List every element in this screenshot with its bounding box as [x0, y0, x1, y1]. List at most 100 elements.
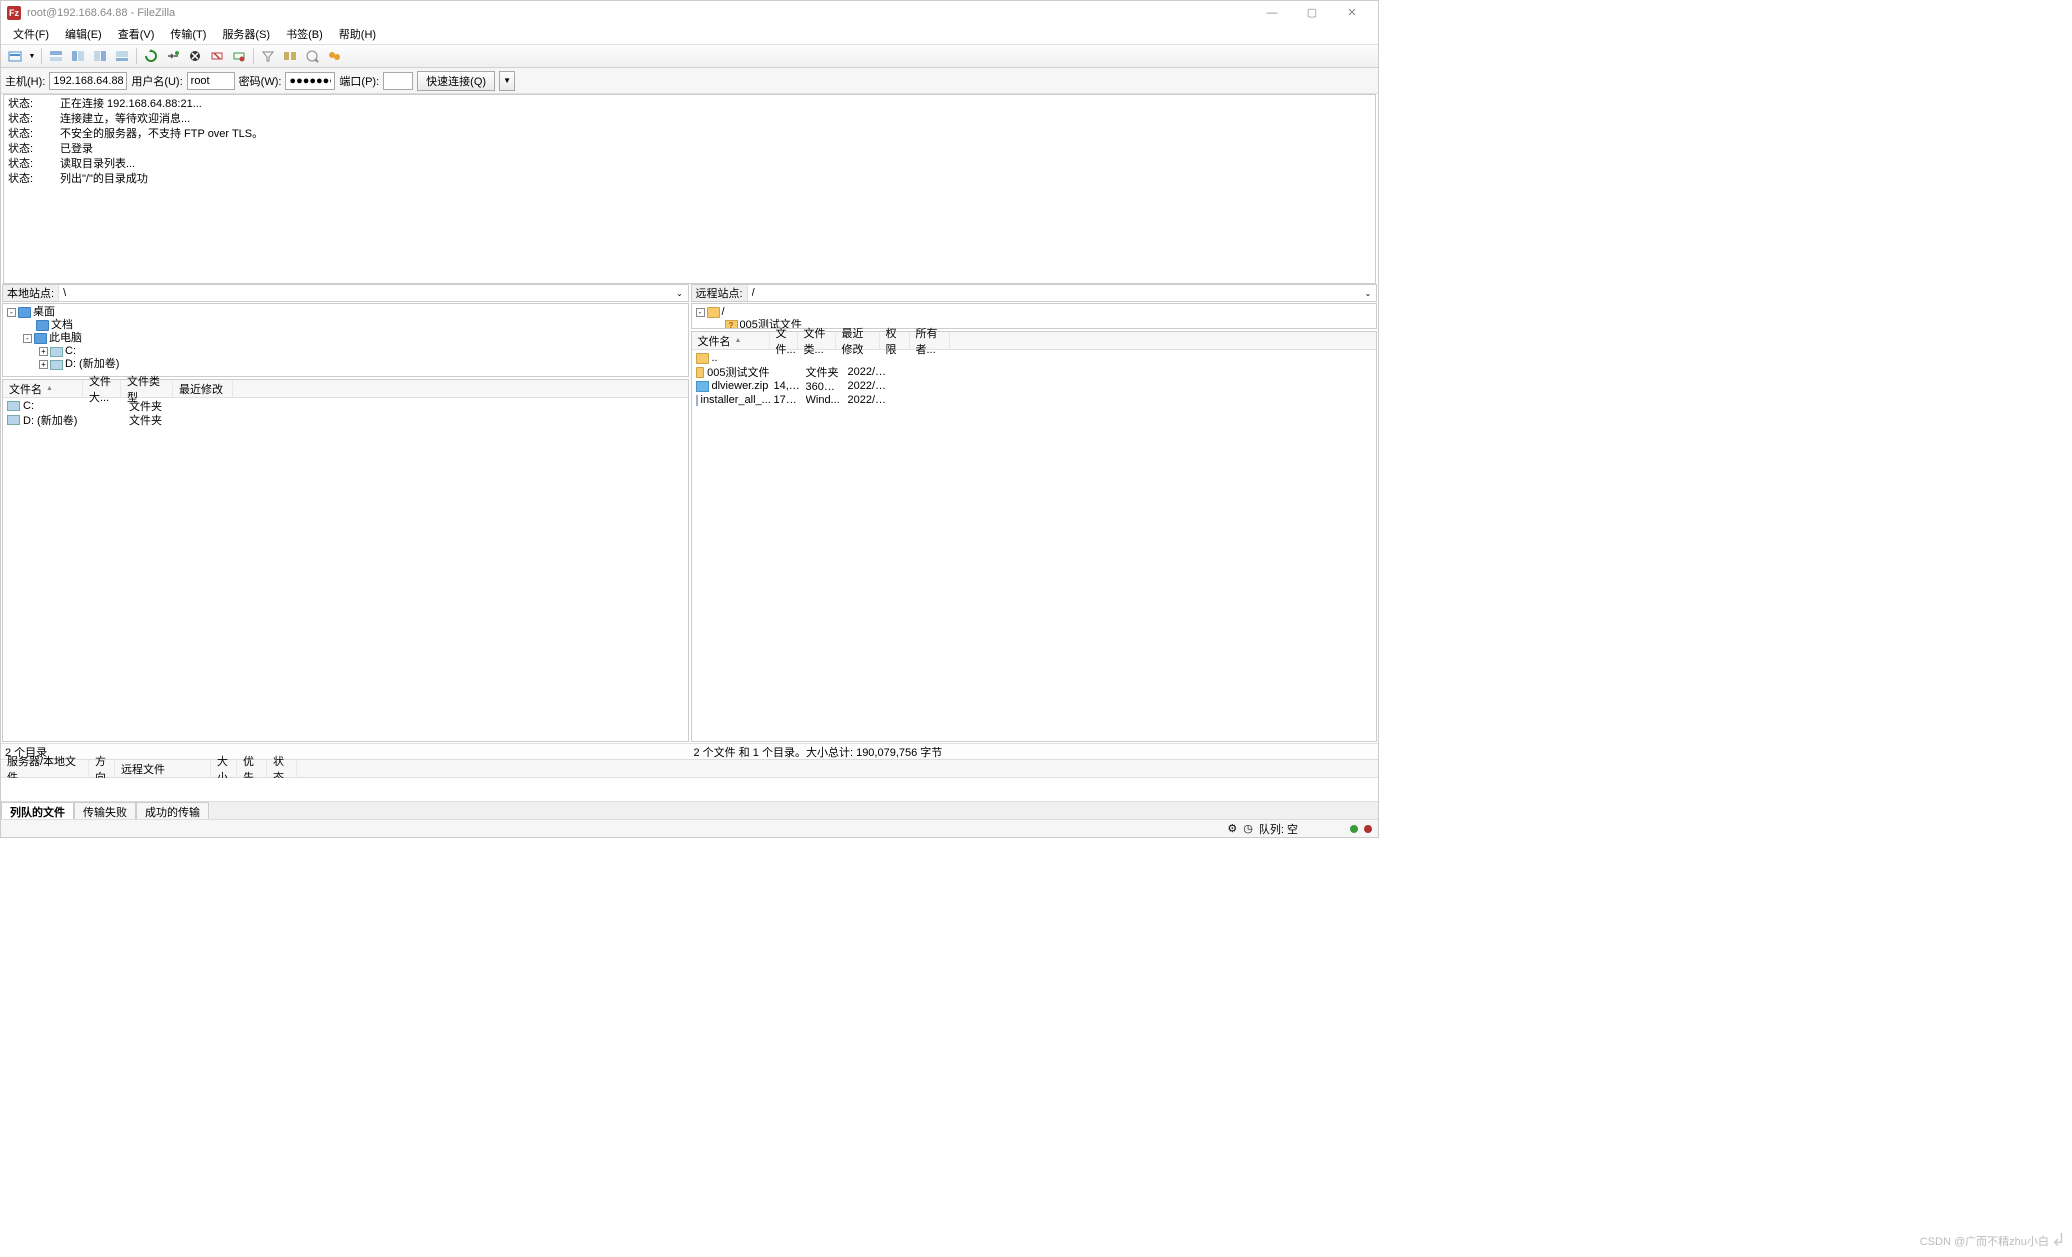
remote-path-dropdown[interactable]: ⌄: [1360, 289, 1376, 298]
list-item[interactable]: 005测试文件文件夹2022/9/...: [692, 365, 1377, 379]
list-item[interactable]: D: (新加卷)文件夹: [3, 413, 688, 427]
remote-list-body[interactable]: ..005测试文件文件夹2022/9/...dlviewer.zip14,63.…: [692, 350, 1377, 741]
app-icon: Fz: [7, 6, 21, 20]
column-header[interactable]: 文件...: [770, 332, 798, 349]
column-header[interactable]: 文件名▲: [3, 380, 83, 397]
watermark: CSDN @广而不精zhu小白 ↲: [1920, 1230, 2066, 1251]
gear-icon[interactable]: ⚙: [1227, 822, 1237, 835]
host-input[interactable]: [49, 72, 127, 90]
local-path-input[interactable]: [59, 285, 671, 301]
status-right: ⚙ ◷ 队列: 空: [1227, 821, 1372, 837]
tree-item[interactable]: ?005测试文件: [696, 319, 1373, 329]
tree-toggle[interactable]: +: [39, 360, 48, 369]
site-dropdown-icon[interactable]: ▼: [27, 46, 37, 66]
tree-item[interactable]: +C:: [7, 345, 684, 358]
column-header[interactable]: 文件名▲: [692, 332, 770, 349]
port-input[interactable]: [383, 72, 413, 90]
cell: 360压...: [806, 378, 844, 394]
column-header[interactable]: 文件大...: [83, 380, 121, 397]
window-controls: — ▢ ✕: [1252, 2, 1372, 24]
queue-body[interactable]: [1, 778, 1378, 801]
tree-item[interactable]: 文档: [7, 319, 684, 332]
tree-toggle[interactable]: +: [39, 347, 48, 356]
disconnect-icon[interactable]: [207, 46, 227, 66]
port-label: 端口(P):: [339, 73, 379, 89]
tab-success[interactable]: 成功的传输: [136, 802, 209, 819]
menu-transfer[interactable]: 传输(T): [162, 25, 214, 43]
tree-toggle[interactable]: -: [7, 308, 16, 317]
reconnect-icon[interactable]: [229, 46, 249, 66]
tree-toggle[interactable]: -: [23, 334, 32, 343]
tree-item[interactable]: -此电脑: [7, 332, 684, 345]
status-dot-red: [1364, 825, 1372, 833]
local-pane: 本地站点: ⌄ -桌面文档-此电脑+C:+D: (新加卷) 文件名▲文件大...…: [1, 284, 690, 759]
column-header[interactable]: 所有者...: [910, 332, 950, 349]
tree-item[interactable]: -/: [696, 306, 1373, 319]
menu-edit[interactable]: 编辑(E): [57, 25, 110, 43]
filter-icon[interactable]: [258, 46, 278, 66]
toolbar: ▼: [1, 44, 1378, 68]
pass-input[interactable]: [285, 72, 335, 90]
log-pane[interactable]: 状态:正在连接 192.168.64.88:21...状态:连接建立，等待欢迎消…: [3, 94, 1376, 284]
status-dot-green: [1350, 825, 1358, 833]
list-item[interactable]: dlviewer.zip14,63...360压...2022/8/...: [692, 379, 1377, 393]
local-tree[interactable]: -桌面文档-此电脑+C:+D: (新加卷): [2, 303, 689, 377]
toggle-remote-tree-icon[interactable]: [90, 46, 110, 66]
clock-icon[interactable]: ◷: [1243, 822, 1253, 835]
column-header[interactable]: 大小: [211, 760, 237, 777]
toggle-log-icon[interactable]: [46, 46, 66, 66]
menu-bookmarks[interactable]: 书签(B): [278, 25, 331, 43]
toggle-local-tree-icon[interactable]: [68, 46, 88, 66]
close-button[interactable]: ✕: [1332, 2, 1372, 24]
host-label: 主机(H):: [5, 73, 45, 89]
quickconnect-dropdown[interactable]: ▼: [499, 71, 515, 91]
column-header[interactable]: 最近修改: [836, 332, 880, 349]
menu-file[interactable]: 文件(F): [5, 25, 57, 43]
process-queue-icon[interactable]: [163, 46, 183, 66]
toggle-queue-icon[interactable]: [112, 46, 132, 66]
search-icon[interactable]: [324, 46, 344, 66]
column-header[interactable]: 权限: [880, 332, 910, 349]
local-path-dropdown[interactable]: ⌄: [672, 289, 688, 298]
site-manager-icon[interactable]: [5, 46, 25, 66]
cell: Wind...: [806, 394, 844, 406]
refresh-icon[interactable]: [141, 46, 161, 66]
column-header[interactable]: 状态: [267, 760, 297, 777]
sync-browse-icon[interactable]: [302, 46, 322, 66]
user-input[interactable]: [187, 72, 235, 90]
cancel-icon[interactable]: [185, 46, 205, 66]
minimize-button[interactable]: —: [1252, 2, 1292, 24]
menu-help[interactable]: 帮助(H): [331, 25, 384, 43]
tab-failed[interactable]: 传输失败: [74, 802, 136, 819]
cell: 2022/9/...: [848, 366, 892, 378]
local-path-bar: 本地站点: ⌄: [2, 284, 689, 302]
menu-server[interactable]: 服务器(S): [214, 25, 278, 43]
quickconnect-button[interactable]: 快速连接(Q): [417, 71, 495, 91]
sort-arrow-icon: ▲: [735, 337, 742, 344]
remote-path-input[interactable]: [748, 285, 1360, 301]
tree-toggle[interactable]: -: [696, 308, 705, 317]
drive-icon: [7, 401, 20, 411]
list-item[interactable]: C:文件夹: [3, 399, 688, 413]
column-header[interactable]: 方向: [89, 760, 115, 777]
column-header[interactable]: 文件类型: [121, 380, 173, 397]
tree-item[interactable]: -桌面: [7, 306, 684, 319]
local-list-body[interactable]: C:文件夹D: (新加卷)文件夹: [3, 398, 688, 741]
column-header[interactable]: 优先...: [237, 760, 267, 777]
menu-view[interactable]: 查看(V): [110, 25, 163, 43]
tree-label: D: (新加卷): [65, 358, 119, 371]
maximize-button[interactable]: ▢: [1292, 2, 1332, 24]
list-item[interactable]: ..: [692, 351, 1377, 365]
sort-arrow-icon: ▲: [46, 385, 53, 392]
tree-item[interactable]: + D: (新加卷): [7, 358, 684, 371]
file-icon: [696, 395, 698, 406]
column-header[interactable]: 服务器/本地文件: [1, 760, 89, 777]
column-header[interactable]: 文件类...: [798, 332, 836, 349]
folder-icon: [34, 333, 47, 344]
compare-icon[interactable]: [280, 46, 300, 66]
queue-tabs: 列队的文件 传输失败 成功的传输: [1, 801, 1378, 819]
column-header[interactable]: 远程文件: [115, 760, 211, 777]
column-header[interactable]: 最近修改: [173, 380, 233, 397]
tab-queued[interactable]: 列队的文件: [1, 802, 74, 819]
list-item[interactable]: installer_all_...175,4...Wind...2022/7/.…: [692, 393, 1377, 407]
